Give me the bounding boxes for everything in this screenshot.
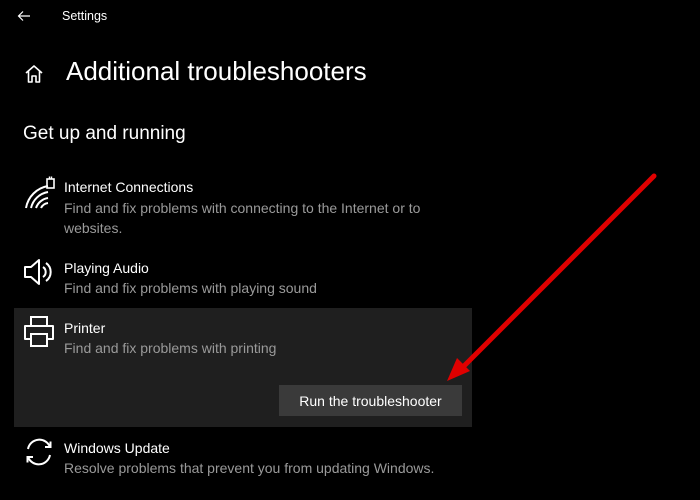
sync-icon	[26, 438, 52, 466]
page-header: Additional troubleshooters	[0, 50, 700, 100]
back-button[interactable]	[10, 4, 38, 28]
troubleshooter-description: Find and fix problems with printing	[64, 340, 277, 356]
troubleshooter-windows-update[interactable]: Windows Update Resolve problems that pre…	[14, 432, 472, 500]
back-arrow-icon	[17, 11, 30, 21]
troubleshooter-name: Internet Connections	[64, 179, 194, 195]
troubleshooter-internet-connections[interactable]: Internet Connections Find and fix proble…	[14, 172, 472, 242]
home-icon[interactable]	[22, 62, 46, 86]
printer-icon	[24, 316, 54, 347]
troubleshooter-printer[interactable]: Printer Find and fix problems with print…	[14, 308, 472, 427]
troubleshooter-playing-audio[interactable]: Playing Audio Find and fix problems with…	[14, 252, 472, 302]
section-title: Get up and running	[23, 123, 186, 144]
troubleshooter-name: Windows Update	[64, 440, 170, 456]
troubleshooter-description: Resolve problems that prevent you from u…	[64, 460, 435, 476]
troubleshooter-description: Find and fix problems with connecting to…	[64, 200, 421, 236]
window-title: Settings	[62, 9, 108, 23]
run-troubleshooter-button[interactable]: Run the troubleshooter	[279, 385, 462, 416]
troubleshooter-description: Find and fix problems with playing sound	[64, 280, 317, 296]
page-title: Additional troubleshooters	[66, 56, 367, 86]
troubleshooter-name: Printer	[64, 320, 106, 336]
troubleshooter-name: Playing Audio	[64, 260, 149, 276]
speaker-icon	[24, 259, 52, 285]
title-bar: Settings	[0, 0, 700, 34]
wifi-icon	[25, 176, 55, 209]
